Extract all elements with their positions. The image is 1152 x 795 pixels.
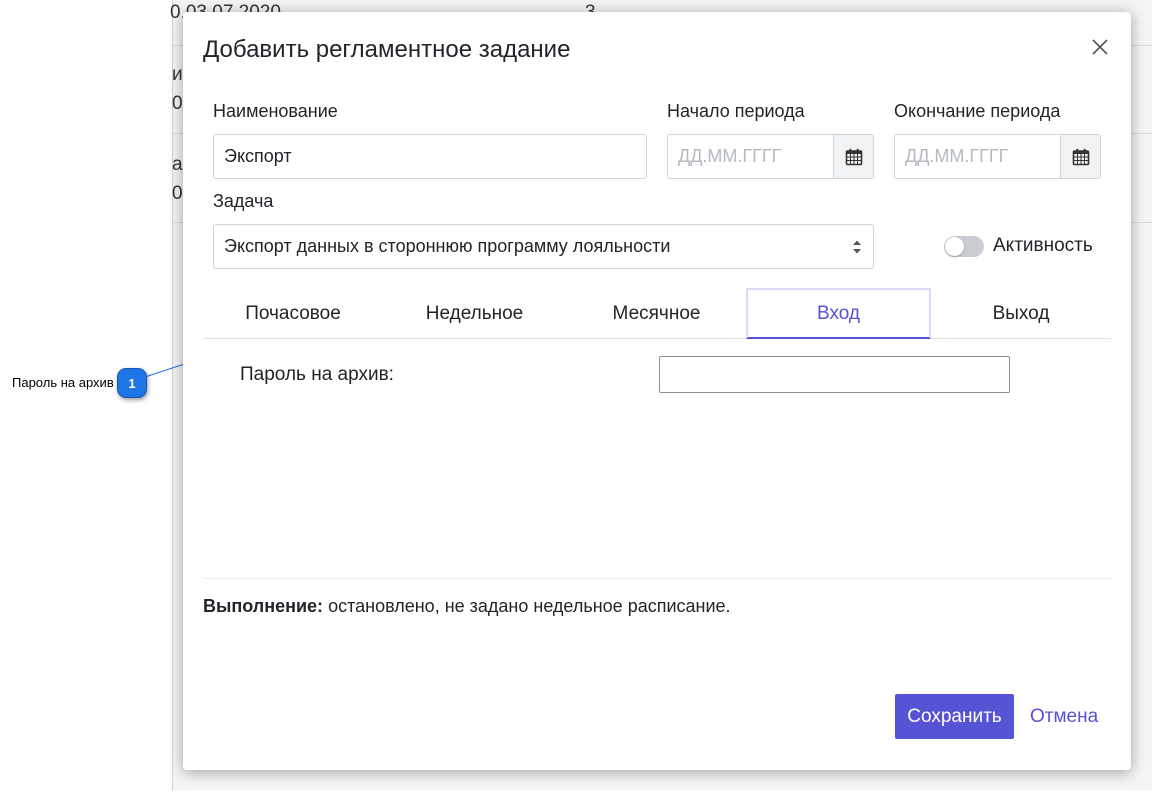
calendar-icon[interactable] [1060,134,1101,179]
callout-label: Пароль на архив [12,375,114,390]
start-date-input[interactable]: ДД.ММ.ГГГГ [667,134,833,179]
schedule-tabs: Почасовое Недельное Месячное Вход Выход [203,288,1111,339]
status-prefix: Выполнение: [203,596,324,616]
active-toggle-label: Активность [993,235,1093,256]
archive-password-input[interactable] [659,356,1010,393]
divider [203,578,1111,579]
toggle-knob [945,237,964,256]
calendar-icon[interactable] [833,134,874,179]
save-button[interactable]: Сохранить [895,694,1014,739]
close-icon[interactable] [1089,36,1111,58]
callout-badge: 1 [117,368,147,398]
tab-weekly[interactable]: Недельное [384,288,565,339]
start-period-label: Начало периода [667,101,805,121]
dialog-title: Добавить регламентное задание [203,36,571,63]
cancel-button[interactable]: Отмена [1030,706,1098,728]
name-input[interactable]: Экспорт [213,134,647,179]
tab-hourly[interactable]: Почасовое [203,288,383,339]
end-period-label: Окончание периода [894,101,1061,121]
execution-status: Выполнение: остановлено, не задано недел… [203,596,731,617]
end-date-input[interactable]: ДД.ММ.ГГГГ [894,134,1060,179]
archive-password-label: Пароль на архив: [240,364,394,385]
scheduled-task-dialog: Добавить регламентное задание Наименован… [183,12,1131,770]
task-select[interactable]: Экспорт данных в стороннюю программу лоя… [213,224,874,269]
start-date-group: ДД.ММ.ГГГГ [667,134,874,179]
tab-input[interactable]: Вход [746,288,931,339]
tab-output[interactable]: Выход [931,288,1111,339]
sort-arrows-icon [851,239,863,255]
task-select-value: Экспорт данных в стороннюю программу лоя… [224,236,671,256]
name-label: Наименование [213,101,338,121]
status-text: остановлено, не задано недельное расписа… [323,596,731,616]
task-label: Задача [213,191,274,211]
end-date-group: ДД.ММ.ГГГГ [894,134,1101,179]
active-toggle[interactable] [944,236,984,257]
tab-monthly[interactable]: Месячное [566,288,747,339]
